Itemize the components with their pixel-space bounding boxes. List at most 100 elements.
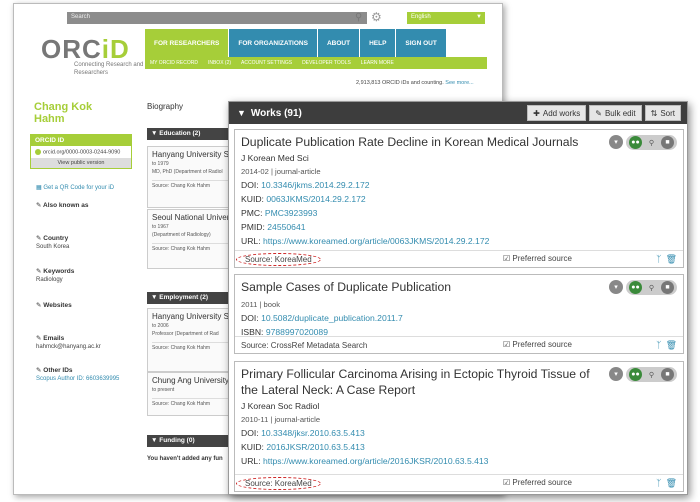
everyone-visibility-icon[interactable]: ●● xyxy=(629,368,642,381)
other-ids-label: ✎ Other IDs xyxy=(36,367,73,374)
chevron-down-icon: ▼ xyxy=(151,294,160,301)
expand-icon[interactable]: ▾ xyxy=(609,280,623,294)
orcid-id-label: ORCID ID xyxy=(31,135,131,146)
work-source: Source: KoreaMed xyxy=(236,476,321,490)
preferred-source-toggle[interactable]: ☑ Preferred source xyxy=(503,478,572,487)
sort-button[interactable]: ⇅ Sort xyxy=(644,105,681,121)
work-meta: 2011 | book xyxy=(241,299,280,309)
preferred-source-toggle[interactable]: ☑ Preferred source xyxy=(503,340,572,349)
subnav-learn-more[interactable]: LEARN MORE xyxy=(356,57,399,69)
add-works-button[interactable]: ✚ Add works xyxy=(527,105,587,121)
see-more-link[interactable]: See more... xyxy=(445,80,473,86)
pencil-icon: ✎ xyxy=(595,108,602,118)
work-id-doi: DOI: 10.5082/duplicate_publication.2011.… xyxy=(241,312,403,323)
work-id-url: URL: https://www.koreamed.org/article/00… xyxy=(241,235,490,246)
url-link[interactable]: https://www.koreamed.org/article/0063JKM… xyxy=(263,236,489,246)
url-link[interactable]: https://www.koreamed.org/article/2016JKS… xyxy=(263,456,488,466)
chevron-down-icon[interactable]: ▼ xyxy=(237,108,246,118)
branch-icon[interactable]: ᛉ xyxy=(656,340,661,351)
lock-icon[interactable]: ■ xyxy=(661,368,674,381)
works-title: Works (91) xyxy=(250,107,302,119)
websites-label: ✎ Websites xyxy=(36,302,72,309)
visibility-controls: ▾ ●● ⚲ ■ xyxy=(609,135,677,150)
subnav-developer-tools[interactable]: DEVELOPER TOOLS xyxy=(297,57,356,69)
work-id-doi: DOI: 10.3348/jksr.2010.63.5.413 xyxy=(241,427,365,438)
visibility-controls: ▾ ●● ⚲ ■ xyxy=(609,367,677,382)
subnav-account-settings[interactable]: ACCOUNT SETTINGS xyxy=(236,57,297,69)
preferred-source-toggle[interactable]: ☑ Preferred source xyxy=(503,254,572,263)
trash-icon[interactable]: 🗑 xyxy=(666,254,677,265)
doi-link[interactable]: 10.3348/jksr.2010.63.5.413 xyxy=(261,428,365,438)
trusted-visibility-icon[interactable]: ⚲ xyxy=(645,136,658,149)
check-icon: ☑ xyxy=(503,254,513,263)
orcid-logo[interactable]: ORCiD xyxy=(41,34,130,65)
pmc-link[interactable]: PMC3923993 xyxy=(265,208,318,218)
work-footer: Source: KoreaMed ☑ Preferred source ᛉ 🗑 xyxy=(235,474,683,491)
sub-nav: MY ORCID RECORD INBOX (2) ACCOUNT SETTIN… xyxy=(145,57,487,69)
emails-label: ✎ Emails xyxy=(36,335,65,342)
kuid-link[interactable]: 0063JKMS/2014.29.2.172 xyxy=(266,194,365,204)
trash-icon[interactable]: 🗑 xyxy=(666,478,677,489)
keywords-value: Radiology xyxy=(36,277,63,283)
country-label: ✎ Country xyxy=(36,235,69,242)
lock-icon[interactable]: ■ xyxy=(661,136,674,149)
everyone-visibility-icon[interactable]: ●● xyxy=(629,136,642,149)
check-icon: ☑ xyxy=(503,478,513,487)
no-funding-text: You haven't added any fun xyxy=(147,456,223,462)
trusted-visibility-icon[interactable]: ⚲ xyxy=(645,368,658,381)
lock-icon[interactable]: ■ xyxy=(661,281,674,294)
view-public-button[interactable]: View public version xyxy=(31,158,131,169)
work-item: Primary Follicular Carcinoma Arising in … xyxy=(234,361,684,492)
sort-icon: ⇅ xyxy=(650,108,658,118)
branch-icon[interactable]: ᛉ xyxy=(656,254,661,265)
bulk-edit-button[interactable]: ✎ Bulk edit xyxy=(589,105,642,121)
chevron-down-icon: ▼ xyxy=(151,437,160,444)
work-journal: J Korean Med Sci xyxy=(241,152,309,163)
gear-icon[interactable]: ⚙ xyxy=(371,10,382,24)
doi-link[interactable]: 10.3346/jkms.2014.29.2.172 xyxy=(261,180,369,190)
work-source: Source: KoreaMed xyxy=(236,252,321,266)
id-counter: 2,913,813 ORCID iDs and counting. See mo… xyxy=(356,80,474,86)
nav-sign-out[interactable]: SIGN OUT xyxy=(396,29,446,57)
subnav-my-orcid-record[interactable]: MY ORCID RECORD xyxy=(145,57,203,69)
doi-link[interactable]: 10.5082/duplicate_publication.2011.7 xyxy=(261,313,403,323)
country-value: South Korea xyxy=(36,244,70,250)
kuid-link[interactable]: 2016JKSR/2010.63.5.413 xyxy=(266,442,364,452)
nav-about[interactable]: ABOUT xyxy=(317,29,360,57)
search-input[interactable]: Search xyxy=(67,12,367,24)
also-known-as-label: ✎ Also known as xyxy=(36,202,89,209)
work-id-kuid: KUID: 2016JKSR/2010.63.5.413 xyxy=(241,441,365,452)
other-ids-value[interactable]: Scopus Author ID: 6603639995 xyxy=(36,376,119,382)
work-id-kuid: KUID: 0063JKMS/2014.29.2.172 xyxy=(241,193,366,204)
check-icon: ☑ xyxy=(503,340,513,349)
works-header[interactable]: ▼ Works (91) ✚ Add works ✎ Bulk edit ⇅ Sort xyxy=(229,102,687,124)
pencil-icon[interactable]: ✎ xyxy=(36,202,43,209)
expand-icon[interactable]: ▾ xyxy=(609,367,623,381)
nav-help[interactable]: HELP xyxy=(360,29,396,57)
plus-icon: ✚ xyxy=(533,108,540,118)
expand-icon[interactable]: ▾ xyxy=(609,135,623,149)
orcid-id-box: ORCID ID orcid.org/0000-0003-0244-9090 V… xyxy=(30,134,132,170)
trusted-visibility-icon[interactable]: ⚲ xyxy=(645,281,658,294)
work-id-doi: DOI: 10.3346/jkms.2014.29.2.172 xyxy=(241,179,370,190)
visibility-controls: ▾ ●● ⚲ ■ xyxy=(609,280,677,295)
nav-for-researchers[interactable]: FOR RESEARCHERS xyxy=(145,29,229,57)
trash-icon[interactable]: 🗑 xyxy=(666,340,677,351)
work-title: Duplicate Publication Rate Decline in Ko… xyxy=(241,135,579,149)
everyone-visibility-icon[interactable]: ●● xyxy=(629,281,642,294)
branch-icon[interactable]: ᛉ xyxy=(656,478,661,489)
subnav-inbox[interactable]: INBOX (2) xyxy=(203,57,236,69)
nav-for-organizations[interactable]: FOR ORGANIZATIONS xyxy=(229,29,317,57)
orcid-id-url[interactable]: orcid.org/0000-0003-0244-9090 xyxy=(31,146,131,158)
chevron-down-icon: ▼ xyxy=(476,14,482,20)
chevron-down-icon: ▼ xyxy=(151,130,160,137)
work-id-url: URL: https://www.koreamed.org/article/20… xyxy=(241,455,489,466)
language-select[interactable]: English ▼ xyxy=(407,12,485,24)
work-footer: Source: KoreaMed ☑ Preferred source ᛉ 🗑 xyxy=(235,250,683,267)
pmid-link[interactable]: 24550641 xyxy=(267,222,305,232)
qr-code-link[interactable]: ▦ Get a QR Code for your iD xyxy=(36,184,114,191)
search-icon[interactable]: ⚲ xyxy=(355,12,362,23)
emails-value: hahmck@hanyang.ac.kr xyxy=(36,344,101,350)
work-source: Source: CrossRef Metadata Search xyxy=(241,340,368,350)
work-footer: Source: CrossRef Metadata Search ☑ Prefe… xyxy=(235,336,683,353)
